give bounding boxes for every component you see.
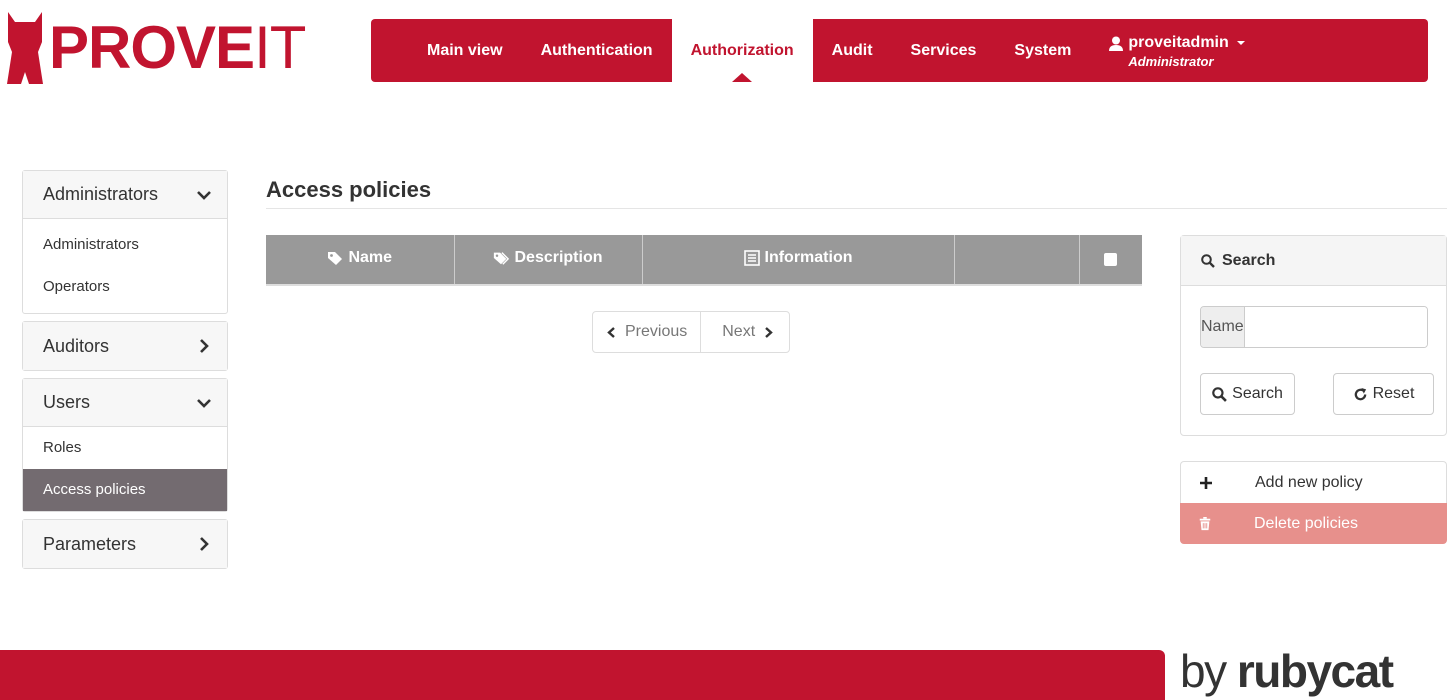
user-menu[interactable]: proveitadmin Administrator bbox=[1109, 19, 1245, 82]
search-icon bbox=[1201, 253, 1215, 268]
sidebar-head-users[interactable]: Users bbox=[23, 379, 227, 427]
col-header-actions bbox=[954, 235, 1080, 285]
next-button[interactable]: Next bbox=[700, 312, 789, 352]
col-header-information[interactable]: Information bbox=[642, 235, 955, 285]
sidebar: Administrators Administrators Operators … bbox=[22, 170, 228, 576]
chevron-right-icon bbox=[765, 326, 773, 338]
nav-system[interactable]: System bbox=[995, 19, 1090, 82]
sidebar-head-administrators[interactable]: Administrators bbox=[23, 171, 227, 219]
sidebar-group-auditors: Auditors bbox=[22, 321, 228, 371]
action-list: Add new policy Delete policies bbox=[1180, 461, 1447, 544]
trash-icon bbox=[1199, 516, 1211, 530]
cat-logo-icon bbox=[7, 12, 43, 84]
footer-bar bbox=[0, 650, 1165, 700]
proveit-logo[interactable]: PROVEIT bbox=[5, 12, 306, 84]
title-divider bbox=[266, 208, 1447, 209]
user-icon bbox=[1109, 36, 1124, 51]
user-name: proveitadmin bbox=[1128, 34, 1229, 51]
sidebar-group-administrators: Administrators Administrators Operators bbox=[22, 170, 228, 314]
pagination: Previous Next bbox=[592, 311, 791, 353]
col-header-name[interactable]: Name bbox=[266, 235, 455, 285]
chevron-down-icon bbox=[197, 398, 211, 408]
chevron-right-icon bbox=[200, 339, 209, 353]
nav-main-view[interactable]: Main view bbox=[408, 19, 522, 82]
main-navbar: Main view Authentication Authorization A… bbox=[371, 19, 1428, 82]
user-role: Administrator bbox=[1128, 54, 1214, 69]
sidebar-item-roles[interactable]: Roles bbox=[23, 427, 227, 469]
reset-button[interactable]: Reset bbox=[1333, 373, 1434, 415]
col-header-description[interactable]: Description bbox=[454, 235, 643, 285]
col-header-select-all[interactable] bbox=[1079, 235, 1142, 285]
select-all-checkbox[interactable] bbox=[1104, 253, 1118, 267]
table-bottom-border bbox=[266, 284, 1142, 286]
delete-policies-button[interactable]: Delete policies bbox=[1180, 503, 1447, 544]
tag-icon bbox=[328, 252, 343, 265]
name-search-input[interactable] bbox=[1244, 307, 1427, 347]
sidebar-item-operators[interactable]: Operators bbox=[23, 266, 227, 308]
tags-icon bbox=[494, 252, 510, 265]
search-panel: Search Name Search Reset bbox=[1180, 235, 1447, 436]
search-panel-header: Search bbox=[1181, 236, 1446, 286]
add-policy-button[interactable]: Add new policy bbox=[1180, 461, 1447, 503]
nav-authentication[interactable]: Authentication bbox=[522, 19, 672, 82]
sidebar-item-administrators[interactable]: Administrators bbox=[23, 224, 227, 266]
nav-authorization[interactable]: Authorization bbox=[671, 19, 813, 82]
sidebar-group-users: Users Roles Access policies bbox=[22, 378, 228, 512]
logo-text: PROVEIT bbox=[49, 14, 306, 81]
sidebar-group-parameters: Parameters bbox=[22, 519, 228, 569]
search-button[interactable]: Search bbox=[1200, 373, 1295, 415]
name-input-label: Name bbox=[1201, 307, 1245, 347]
chevron-left-icon bbox=[607, 326, 615, 338]
page-title: Access policies bbox=[266, 177, 432, 202]
refresh-icon bbox=[1354, 387, 1366, 400]
chevron-right-icon bbox=[200, 537, 209, 551]
nav-services[interactable]: Services bbox=[892, 19, 996, 82]
plus-icon bbox=[1200, 476, 1212, 489]
nav-audit[interactable]: Audit bbox=[813, 19, 892, 82]
chevron-down-icon bbox=[197, 190, 211, 200]
sidebar-item-access-policies[interactable]: Access policies bbox=[23, 469, 227, 511]
previous-button[interactable]: Previous bbox=[593, 312, 700, 352]
sidebar-head-auditors[interactable]: Auditors bbox=[23, 322, 227, 370]
caret-down-icon bbox=[1236, 41, 1245, 45]
search-icon bbox=[1212, 386, 1227, 402]
rubycat-brand[interactable]: by rubycat bbox=[1180, 648, 1394, 694]
policies-table: Name Description Information bbox=[266, 235, 1142, 285]
sidebar-head-parameters[interactable]: Parameters bbox=[23, 520, 227, 568]
name-input-group: Name bbox=[1200, 306, 1428, 348]
list-icon bbox=[743, 250, 760, 266]
